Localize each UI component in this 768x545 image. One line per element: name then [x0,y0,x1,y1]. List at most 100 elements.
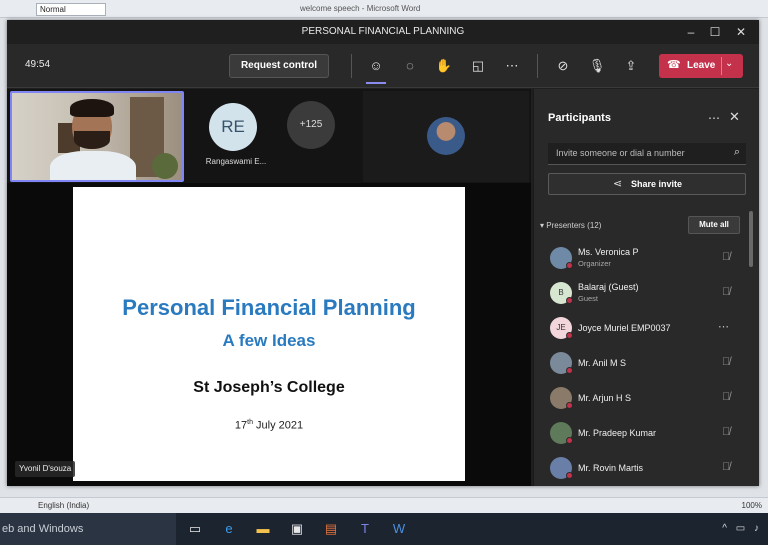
invite-placeholder: Invite someone or dial a number [556,148,685,158]
share-screen-icon[interactable]: ⇪ [621,56,641,76]
phone-hangup-icon: ☎ [667,59,681,71]
slide-title: Personal Financial Planning [122,295,416,320]
video-person-beard [74,131,110,149]
participant-name: Ms. Veronica P [578,247,639,257]
teams-meeting-window: PERSONAL FINANCIAL PLANNING – ☐ ✕ 49:54 … [7,20,759,486]
more-actions-icon[interactable]: ⋯ [502,56,522,76]
slide-college: St Joseph’s College [193,379,345,396]
search-icon[interactable]: ⌕ [734,146,740,159]
panel-scrollbar[interactable] [749,211,753,267]
participant-photo-avatar[interactable] [427,117,465,155]
participant-name: Mr. Pradeep Kumar [578,428,657,438]
close-icon[interactable]: ✕ [733,24,749,40]
meeting-stage: RE Rangaswami E... +125 Personal Financi… [7,89,531,486]
participant-row[interactable]: JE Joyce Muriel EMP0037 ⋯ [534,311,748,345]
participant-row[interactable]: Mr. Arjun H S 🎙̸ [534,381,748,415]
chevron-down-icon[interactable]: ⌄ [725,58,733,69]
share-invite-button[interactable]: ⋖ Share invite [548,173,746,195]
store-icon[interactable]: ▣ [288,520,306,538]
request-control-button[interactable]: Request control [229,54,329,78]
share-invite-label: Share invite [631,179,683,189]
system-tray[interactable]: ^ ▭ ♪ [722,523,762,534]
invite-search-input[interactable]: Invite someone or dial a number ⌕ [548,143,746,165]
desktop: Normal welcome speech - Microsoft Word E… [0,0,768,545]
participant-video-tile[interactable] [10,91,184,182]
title-bar: PERSONAL FINANCIAL PLANNING – ☐ ✕ [7,20,759,44]
participant-name: Mr. Arjun H S [578,393,632,403]
mic-muted-icon[interactable]: 🎙̸ [722,461,730,473]
participant-row[interactable]: Mr. Rovin Martis 🎙̸ [534,451,748,485]
leave-label: Leave [687,60,716,71]
minimize-icon[interactable]: – [683,24,699,40]
word-zoom-level[interactable]: 100% [742,501,762,510]
mic-muted-icon[interactable]: 🎙̸ [722,391,730,403]
chat-icon[interactable]: ◌ [400,56,420,76]
camera-off-icon[interactable]: ⊘ [553,56,573,76]
presenters-section-label: Presenters (12) [546,221,602,230]
participant-row[interactable]: Ms. Veronica P Organizer 🎙̸ [534,241,748,275]
video-person-hair [70,99,114,117]
presence-badge [566,402,573,409]
windows-taskbar: eb and Windows ▭ e ▬ ▣ ▤ T W ^ ▭ ♪ [0,513,768,545]
participant-more-icon[interactable]: ⋯ [718,320,729,333]
slide-date-rest: July 2021 [252,419,304,432]
slide-date-day: 17 [234,419,248,432]
shared-presentation-slide: Personal Financial Planning A few Ideas … [73,187,465,481]
mic-muted-icon[interactable]: 🎙̸ [722,286,730,298]
meeting-title: PERSONAL FINANCIAL PLANNING [301,26,465,37]
leave-divider [721,57,722,75]
participants-panel: Participants ⋯ ✕ Invite someone or dial … [533,89,759,486]
people-active-indicator [366,82,386,84]
participant-role: Organizer [578,259,611,268]
presenters-section-toggle[interactable]: ▾ Presenters (12) [540,221,601,230]
mute-all-button[interactable]: Mute all [688,216,740,234]
task-view-icon[interactable]: ▭ [186,520,204,538]
word-window-title: welcome speech - Microsoft Word [300,4,421,13]
presence-badge [566,437,573,444]
share-icon: ⋖ [613,178,623,190]
participant-tile-name: Rangaswami E... [205,157,267,166]
participant-name: Balaraj (Guest) [578,282,639,292]
mic-muted-icon[interactable]: 🎙̸ [722,426,730,438]
video-plant [152,153,178,179]
teams-taskbar-icon[interactable]: T [356,520,374,538]
word-language[interactable]: English (India) [38,501,89,510]
participant-row[interactable]: Mr. Anil M S 🎙̸ [534,346,748,380]
share-tray-icon[interactable]: ◱ [468,56,488,76]
edge-icon[interactable]: e [220,520,238,538]
participant-name: Joyce Muriel EMP0037 [578,323,671,333]
participant-name: Mr. Anil M S [578,358,627,368]
maximize-icon[interactable]: ☐ [707,24,723,40]
word-taskbar-icon[interactable]: W [390,520,408,538]
participant-gallery: RE Rangaswami E... +125 [7,89,531,183]
participant-row[interactable]: B Balaraj (Guest) Guest 🎙̸ [534,276,748,310]
slide-date: 17th July 2021 [73,419,465,432]
word-ribbon-strip: Normal welcome speech - Microsoft Word [0,0,768,18]
mic-off-icon[interactable]: 🎙 [587,56,607,76]
presence-badge [566,472,573,479]
powerpoint-icon[interactable]: ▤ [322,520,340,538]
participant-name: Mr. Rovin Martis [578,463,644,473]
participant-row[interactable]: Mr. Pradeep Kumar 🎙̸ [534,416,748,450]
leave-button[interactable]: ☎ Leave ⌄ [659,54,743,78]
presence-badge [566,262,573,269]
file-explorer-icon[interactable]: ▬ [254,520,272,538]
participant-avatar[interactable]: RE [209,103,257,151]
more-participants-badge[interactable]: +125 [287,101,335,149]
taskbar-search[interactable]: eb and Windows [0,513,176,545]
meeting-controls: 49:54 Request control ☺ ◌ ✋ ◱ ⋯ ⊘ 🎙 ⇪ ☎ … [7,44,759,88]
panel-close-icon[interactable]: ✕ [729,109,740,125]
presence-badge [566,367,573,374]
presence-badge [566,297,573,304]
word-style-box[interactable]: Normal [36,3,106,16]
panel-more-icon[interactable]: ⋯ [708,111,720,125]
raise-hand-icon[interactable]: ✋ [434,56,454,76]
word-status-bar: English (India) 100% [0,497,768,513]
mic-muted-icon[interactable]: 🎙̸ [722,356,730,368]
slide-subtitle: A few Ideas [222,331,316,350]
meeting-timer: 49:54 [25,59,51,70]
participant-role: Guest [578,294,599,303]
mic-muted-icon[interactable]: 🎙̸ [722,251,730,263]
presenter-name-tag: Yvonil D'souza [15,461,76,477]
people-icon[interactable]: ☺ [366,56,386,76]
